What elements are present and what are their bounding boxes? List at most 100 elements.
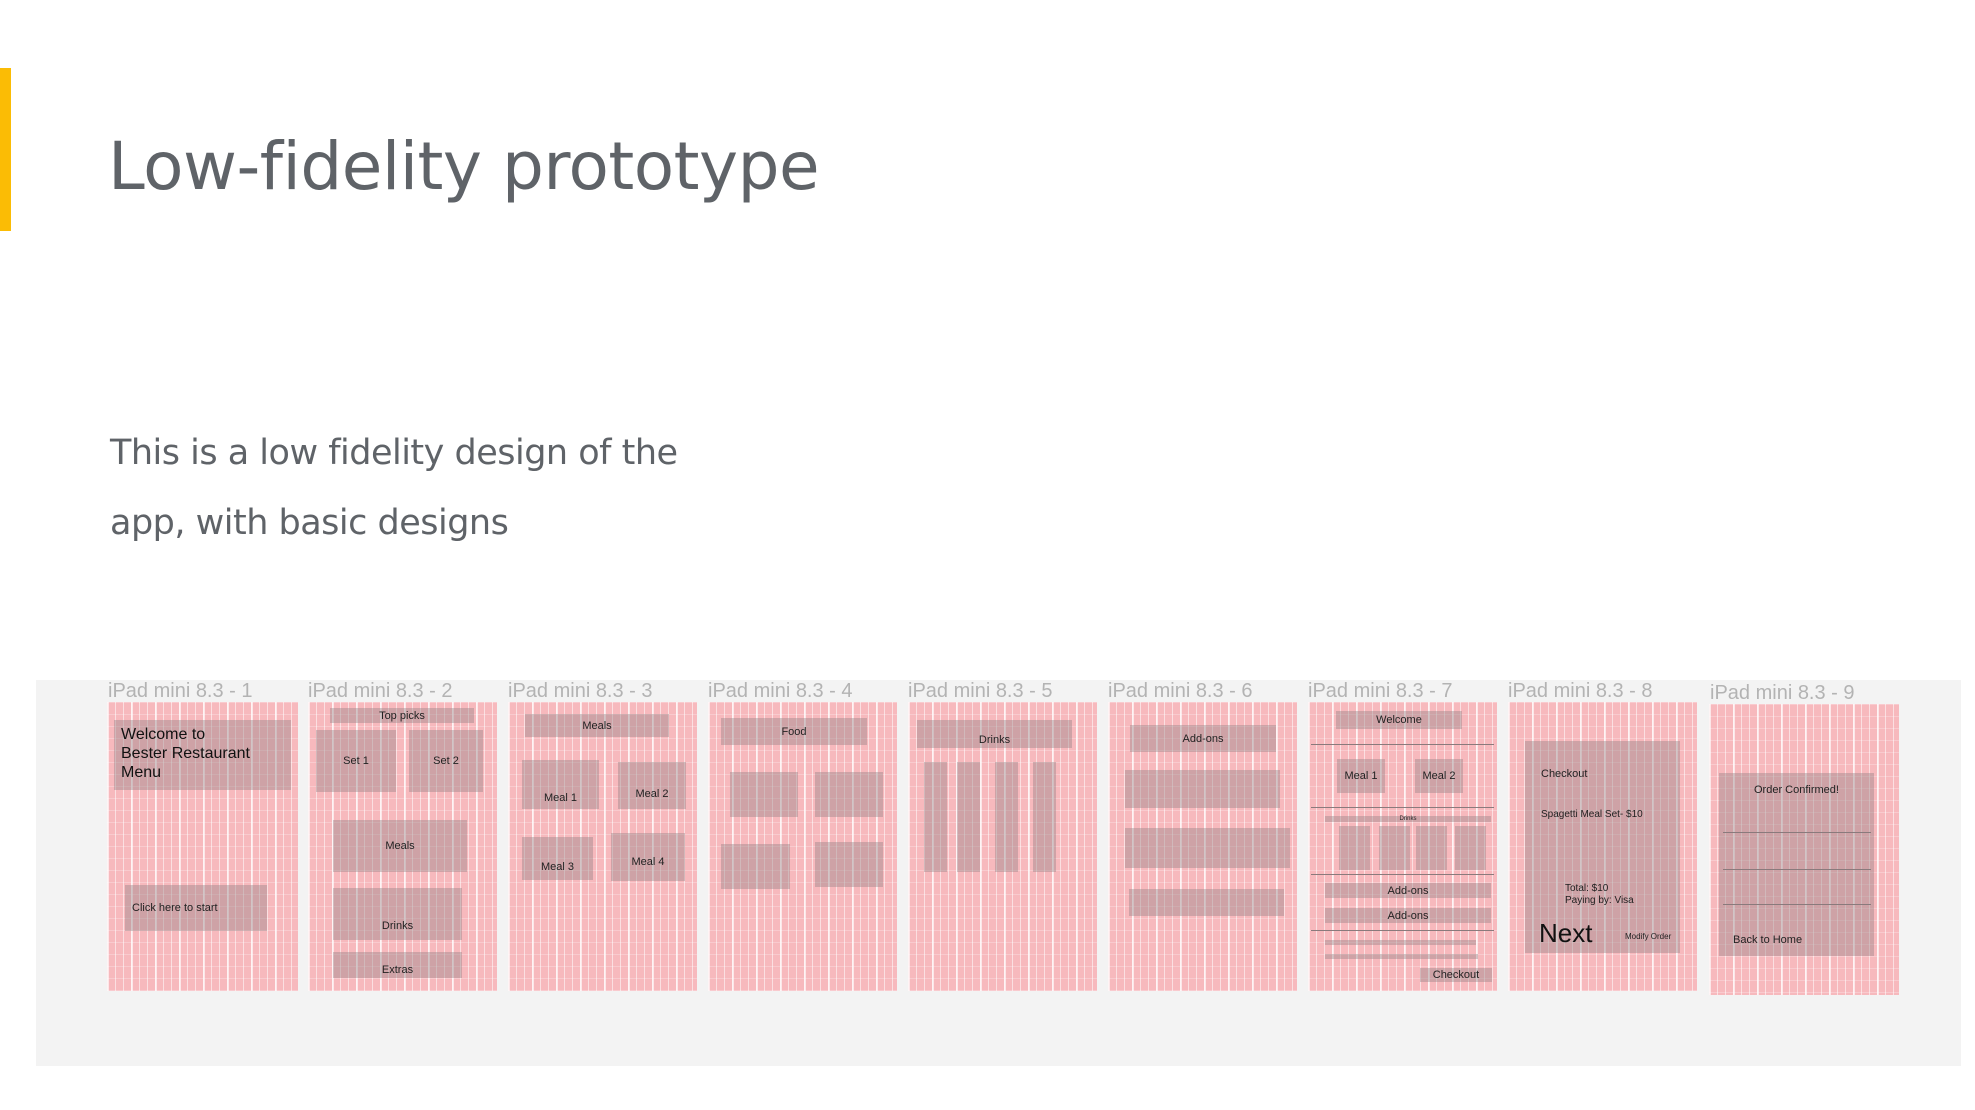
order-total: Total: $10 [1565,883,1609,894]
order-confirmed-text: Order Confirmed! [1754,784,1839,796]
frame-6[interactable]: Add-ons [1108,702,1297,991]
frame-3[interactable]: Meals Meal 1 Meal 2 Meal 3 Meal 4 [508,702,697,991]
addon-item[interactable] [1125,770,1280,808]
addons-label: Add-ons [1387,884,1429,897]
payment-method: Paying by: Visa [1565,895,1634,906]
checkout-label: Checkout [1432,969,1480,981]
meal-3-card[interactable]: Meal 3 [522,837,593,880]
drinks-strip: Drinks [1325,816,1491,822]
drinks-header-label: Drinks [978,734,1011,746]
welcome-header: Welcome [1336,711,1462,729]
frame-7[interactable]: Welcome Meal 1 Meal 2 Drinks Add-ons Add… [1308,702,1497,991]
frame-9[interactable]: Order Confirmed! Back to Home [1709,704,1899,995]
meal-1-card[interactable]: Meal 1 [522,760,599,809]
meal-2-label: Meal 2 [1422,770,1456,782]
frame-label-1: iPad mini 8.3 - 1 [108,680,253,702]
accent-bar [0,68,11,231]
drinks-label: Drinks [1399,816,1417,822]
frame-label-5: iPad mini 8.3 - 5 [908,680,1053,702]
checkout-title: Checkout [1541,768,1588,780]
meal-1-label: Meal 1 [1344,770,1378,782]
drink-item[interactable] [995,762,1018,872]
welcome-label: Welcome [1376,714,1422,726]
food-header: Food [721,718,867,745]
divider [1723,869,1871,870]
summary-line [1325,940,1476,945]
drink-item[interactable] [957,762,980,872]
top-picks-header: Top picks [330,708,474,723]
drink-item[interactable] [924,762,947,872]
drinks-category[interactable]: Drinks [333,888,462,940]
drink-item[interactable] [1379,826,1410,870]
food-item[interactable] [815,772,883,817]
frame-5[interactable]: Drinks [908,702,1097,991]
drink-item[interactable] [1455,826,1486,870]
food-item[interactable] [721,844,790,889]
frame-label-9: iPad mini 8.3 - 9 [1710,682,1855,704]
frame-label-4: iPad mini 8.3 - 4 [708,680,853,702]
addons-label: Add-ons [1182,732,1224,745]
frame-1[interactable]: Welcome to Bester Restaurant Menu Click … [107,702,298,991]
start-button[interactable]: Click here to start [125,885,267,931]
divider [1311,744,1494,745]
confirmation-panel: Order Confirmed! Back to Home [1719,773,1874,956]
set-1-card[interactable]: Set 1 [316,730,396,792]
drinks-label: Drinks [381,920,414,932]
addons-label: Add-ons [1387,909,1429,922]
frame-2[interactable]: Top picks Set 1 Set 2 Meals Drinks Extra… [308,702,497,991]
back-to-home-button[interactable]: Back to Home [1733,934,1802,946]
frame-label-3: iPad mini 8.3 - 3 [508,680,653,702]
addon-item[interactable] [1125,828,1290,868]
frame-8[interactable]: Checkout Spagetti Meal Set- $10 Total: $… [1508,702,1697,991]
summary-line [1325,954,1478,959]
extras-category[interactable]: Extras [333,952,462,978]
frame-label-6: iPad mini 8.3 - 6 [1108,680,1253,702]
divider [1311,930,1494,931]
frame-label-2: iPad mini 8.3 - 2 [308,680,453,702]
divider [1311,807,1494,808]
meal-2-card[interactable]: Meal 2 [618,762,686,809]
meals-category[interactable]: Meals [333,820,467,872]
meals-label: Meals [385,840,415,852]
addons-row[interactable]: Add-ons [1325,908,1491,923]
meal-2-card[interactable]: Meal 2 [1415,759,1463,793]
set-1-label: Set 1 [343,755,369,767]
meal-4-card[interactable]: Meal 4 [611,833,685,881]
prototype-canvas: iPad mini 8.3 - 1 iPad mini 8.3 - 2 iPad… [36,680,1961,1066]
addons-row[interactable]: Add-ons [1325,883,1491,898]
meal-2-label: Meal 2 [635,788,669,800]
modify-order-button[interactable]: Modify Order [1625,932,1671,941]
addon-item[interactable] [1129,889,1284,916]
addons-header: Add-ons [1130,725,1276,752]
food-label: Food [781,725,807,738]
extras-label: Extras [381,964,414,976]
frame-label-8: iPad mini 8.3 - 8 [1508,680,1653,702]
drink-item[interactable] [1339,826,1370,870]
divider [1723,832,1871,833]
description-line: This is a low fidelity design of the [110,433,678,473]
set-2-card[interactable]: Set 2 [409,730,483,792]
start-label: Click here to start [132,902,218,914]
drink-item[interactable] [1416,826,1447,870]
food-item[interactable] [815,842,883,887]
food-item[interactable] [730,772,798,817]
divider [1723,904,1871,905]
set-2-label: Set 2 [433,755,459,767]
meals-header-label: Meals [582,719,612,732]
welcome-block: Welcome to Bester Restaurant Menu [114,720,291,790]
frame-label-7: iPad mini 8.3 - 7 [1308,680,1453,702]
drink-item[interactable] [1033,762,1056,872]
meal-3-label: Meal 3 [540,861,575,873]
slide-description: This is a low fidelity design of the app… [110,418,810,558]
checkout-button[interactable]: Checkout [1420,968,1492,982]
description-line: app, with basic designs [110,503,509,543]
slide-title: Low-fidelity prototype [108,128,820,205]
order-item: Spagetti Meal Set- $10 [1541,809,1643,820]
next-button[interactable]: Next [1539,918,1592,949]
meal-1-card[interactable]: Meal 1 [1337,759,1385,793]
meal-1-label: Meal 1 [543,792,578,804]
drinks-header: Drinks [917,720,1072,748]
frame-4[interactable]: Food [708,702,897,991]
meal-4-label: Meal 4 [631,856,665,868]
checkout-panel: Checkout Spagetti Meal Set- $10 Total: $… [1525,741,1680,953]
